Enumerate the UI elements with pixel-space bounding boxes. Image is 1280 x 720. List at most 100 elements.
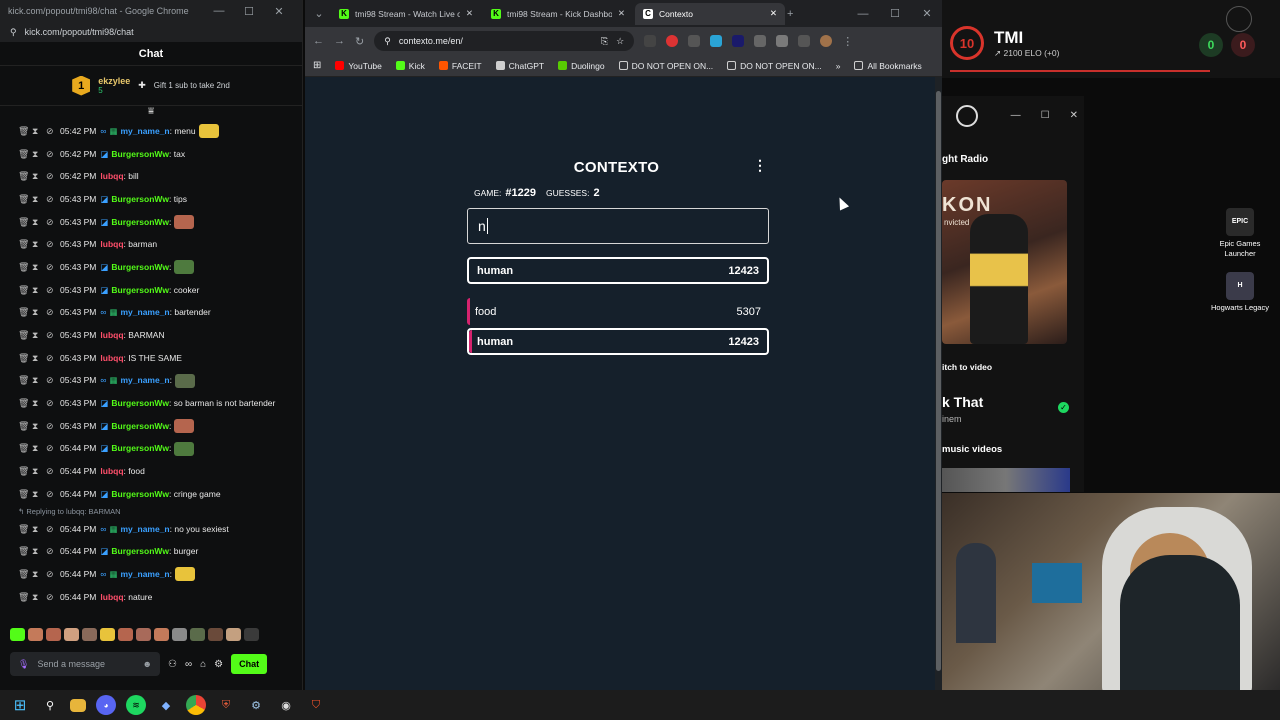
recent-emotes-bar[interactable] bbox=[10, 628, 259, 641]
chat-message[interactable]: 🗑 ⧗ ⊘ 05:43 PM ◪ BurgersonWw: tips bbox=[0, 188, 300, 211]
emote-image[interactable] bbox=[226, 628, 241, 641]
message-username[interactable]: my_name_n bbox=[120, 306, 169, 319]
ban-icon[interactable]: ⊘ bbox=[46, 442, 54, 455]
message-username[interactable]: lubqq bbox=[100, 329, 123, 342]
infinity-icon[interactable]: ∞ bbox=[185, 659, 192, 670]
maximize-icon[interactable]: ☐ bbox=[234, 5, 264, 18]
chat-message[interactable]: 🗑 ⧗ ⊘ 05:44 PM lubqq: nature bbox=[0, 586, 300, 609]
filter-icon[interactable]: ⩸ bbox=[0, 106, 302, 118]
saved-check-icon[interactable]: ✓ bbox=[1058, 402, 1069, 413]
tab-close-icon[interactable]: ✕ bbox=[466, 8, 473, 19]
message-username[interactable]: my_name_n bbox=[120, 374, 169, 387]
message-username[interactable]: BurgersonWw bbox=[111, 488, 169, 501]
message-username[interactable]: my_name_n bbox=[120, 125, 169, 138]
back-icon[interactable]: ← bbox=[313, 35, 324, 47]
close-icon[interactable]: ✕ bbox=[264, 5, 294, 18]
ban-icon[interactable]: ⊘ bbox=[46, 545, 54, 558]
emote-image[interactable] bbox=[244, 628, 259, 641]
delete-icon[interactable]: 🗑 bbox=[18, 170, 29, 183]
delete-icon[interactable]: 🗑 bbox=[18, 306, 29, 319]
chat-message[interactable]: 🗑 ⧗ ⊘ 05:44 PM ◪ BurgersonWw: bbox=[0, 438, 300, 461]
maximize-icon[interactable]: ☐ bbox=[1041, 110, 1050, 121]
timeout-icon[interactable]: ⧗ bbox=[32, 465, 38, 478]
ban-icon[interactable]: ⊘ bbox=[46, 125, 54, 138]
chat-message[interactable]: 🗑 ⧗ ⊘ 05:43 PM ◪ BurgersonWw: bbox=[0, 256, 300, 279]
extension-icon[interactable] bbox=[732, 35, 745, 47]
discord-icon[interactable]: ◕ bbox=[96, 695, 116, 715]
bookmark-item[interactable]: Duolingo bbox=[558, 61, 605, 71]
emote-image[interactable] bbox=[136, 628, 151, 641]
ban-icon[interactable]: ⊘ bbox=[46, 238, 54, 251]
steam-icon[interactable]: ⚙ bbox=[246, 695, 266, 715]
chat-message[interactable]: 🗑 ⧗ ⊘ 05:44 PM ◪ BurgersonWw: cringe game bbox=[0, 483, 300, 506]
settings-icon[interactable]: ⚙ bbox=[214, 659, 223, 670]
new-tab-icon[interactable]: + bbox=[787, 8, 793, 20]
chat-message[interactable]: 🗑 ⧗ ⊘ 05:42 PM ∞ ▦ my_name_n: menu bbox=[0, 120, 300, 143]
chat-message[interactable]: 🗑 ⧗ ⊘ 05:43 PM ◪ BurgersonWw: bbox=[0, 211, 300, 234]
message-username[interactable]: BurgersonWw bbox=[111, 148, 169, 161]
message-username[interactable]: lubqq bbox=[100, 238, 123, 251]
chat-message[interactable]: 🗑 ⧗ ⊘ 05:43 PM ∞ ▦ my_name_n: bartender bbox=[0, 302, 300, 325]
bookmark-item[interactable]: DO NOT OPEN ON... bbox=[727, 61, 822, 71]
ban-icon[interactable]: ⊘ bbox=[46, 261, 54, 274]
tab-close-icon[interactable]: ✕ bbox=[618, 8, 625, 19]
chat-message-input[interactable]: 🎙 Send a message ☻ bbox=[10, 652, 160, 676]
delete-icon[interactable]: 🗑 bbox=[18, 442, 29, 455]
extension-icon[interactable] bbox=[710, 35, 723, 47]
ban-icon[interactable]: ⊘ bbox=[46, 591, 54, 604]
bookmark-star-icon[interactable]: ☆ bbox=[616, 36, 624, 47]
timeout-icon[interactable]: ⧗ bbox=[32, 374, 38, 387]
delete-icon[interactable]: 🗑 bbox=[18, 352, 29, 365]
antivirus-icon[interactable]: ⛨ bbox=[216, 695, 236, 715]
message-username[interactable]: lubqq bbox=[100, 591, 123, 604]
chat-message[interactable]: 🗑 ⧗ ⊘ 05:43 PM lubqq: IS THE SAME bbox=[0, 347, 300, 370]
profile-avatar[interactable] bbox=[820, 35, 833, 47]
bookmark-item[interactable]: Kick bbox=[395, 61, 425, 71]
bookmarks-overflow-icon[interactable]: » bbox=[836, 61, 841, 71]
emote-image[interactable] bbox=[208, 628, 223, 641]
tab-close-icon[interactable]: ✕ bbox=[770, 8, 777, 19]
search-icon[interactable]: ⚲ bbox=[40, 695, 60, 715]
ban-icon[interactable]: ⊘ bbox=[46, 216, 54, 229]
maximize-icon[interactable]: ☐ bbox=[880, 7, 910, 20]
timeout-icon[interactable]: ⧗ bbox=[32, 591, 38, 604]
reload-icon[interactable]: ↻ bbox=[355, 35, 364, 48]
timeout-icon[interactable]: ⧗ bbox=[32, 284, 38, 297]
emote-image[interactable] bbox=[154, 628, 169, 641]
delete-icon[interactable]: 🗑 bbox=[18, 284, 29, 297]
message-username[interactable]: lubqq bbox=[100, 465, 123, 478]
browser-tab[interactable]: Ktmi98 Stream - Watch Live on ✕ bbox=[331, 3, 481, 25]
emote-image[interactable] bbox=[118, 628, 133, 641]
apps-grid-icon[interactable]: ⊞ bbox=[313, 60, 321, 71]
app-icon[interactable]: ◆ bbox=[156, 695, 176, 715]
message-username[interactable]: BurgersonWw bbox=[111, 397, 169, 410]
store-icon[interactable]: ⌂ bbox=[200, 659, 206, 670]
chat-message[interactable]: 🗑 ⧗ ⊘ 05:43 PM lubqq: BARMAN bbox=[0, 324, 300, 347]
page-scrollbar[interactable] bbox=[935, 77, 942, 690]
chat-message[interactable]: 🗑 ⧗ ⊘ 05:43 PM lubqq: barman bbox=[0, 233, 300, 256]
chat-message[interactable]: 🗑 ⧗ ⊘ 05:43 PM ◪ BurgersonWw: bbox=[0, 415, 300, 438]
timeout-icon[interactable]: ⧗ bbox=[32, 329, 38, 342]
obs-icon[interactable]: ◉ bbox=[276, 695, 296, 715]
more-menu-icon[interactable]: ⋮ bbox=[753, 157, 767, 174]
chat-message[interactable]: 🗑 ⧗ ⊘ 05:42 PM ◪ BurgersonWw: tax bbox=[0, 143, 300, 166]
extension-icon[interactable] bbox=[666, 35, 679, 47]
message-username[interactable]: my_name_n bbox=[120, 568, 169, 581]
site-settings-icon[interactable]: ⚲ bbox=[10, 27, 17, 38]
ban-icon[interactable]: ⊘ bbox=[46, 284, 54, 297]
chat-message[interactable]: 🗑 ⧗ ⊘ 05:44 PM lubqq: food bbox=[0, 460, 300, 483]
switch-to-video-button[interactable]: itch to video bbox=[942, 362, 992, 372]
message-username[interactable]: my_name_n bbox=[120, 523, 169, 536]
ban-icon[interactable]: ⊘ bbox=[46, 170, 54, 183]
timeout-icon[interactable]: ⧗ bbox=[32, 442, 38, 455]
timeout-icon[interactable]: ⧗ bbox=[32, 545, 38, 558]
emote-image[interactable] bbox=[64, 628, 79, 641]
message-username[interactable]: BurgersonWw bbox=[111, 545, 169, 558]
send-chat-button[interactable]: Chat bbox=[231, 654, 268, 674]
file-explorer-icon[interactable] bbox=[70, 698, 86, 712]
delete-icon[interactable]: 🗑 bbox=[18, 238, 29, 251]
delete-icon[interactable]: 🗑 bbox=[18, 261, 29, 274]
message-username[interactable]: BurgersonWw bbox=[111, 193, 169, 206]
chat-message[interactable]: 🗑 ⧗ ⊘ 05:43 PM ∞ ▦ my_name_n: bbox=[0, 370, 300, 393]
minimize-icon[interactable]: — bbox=[1011, 110, 1021, 121]
